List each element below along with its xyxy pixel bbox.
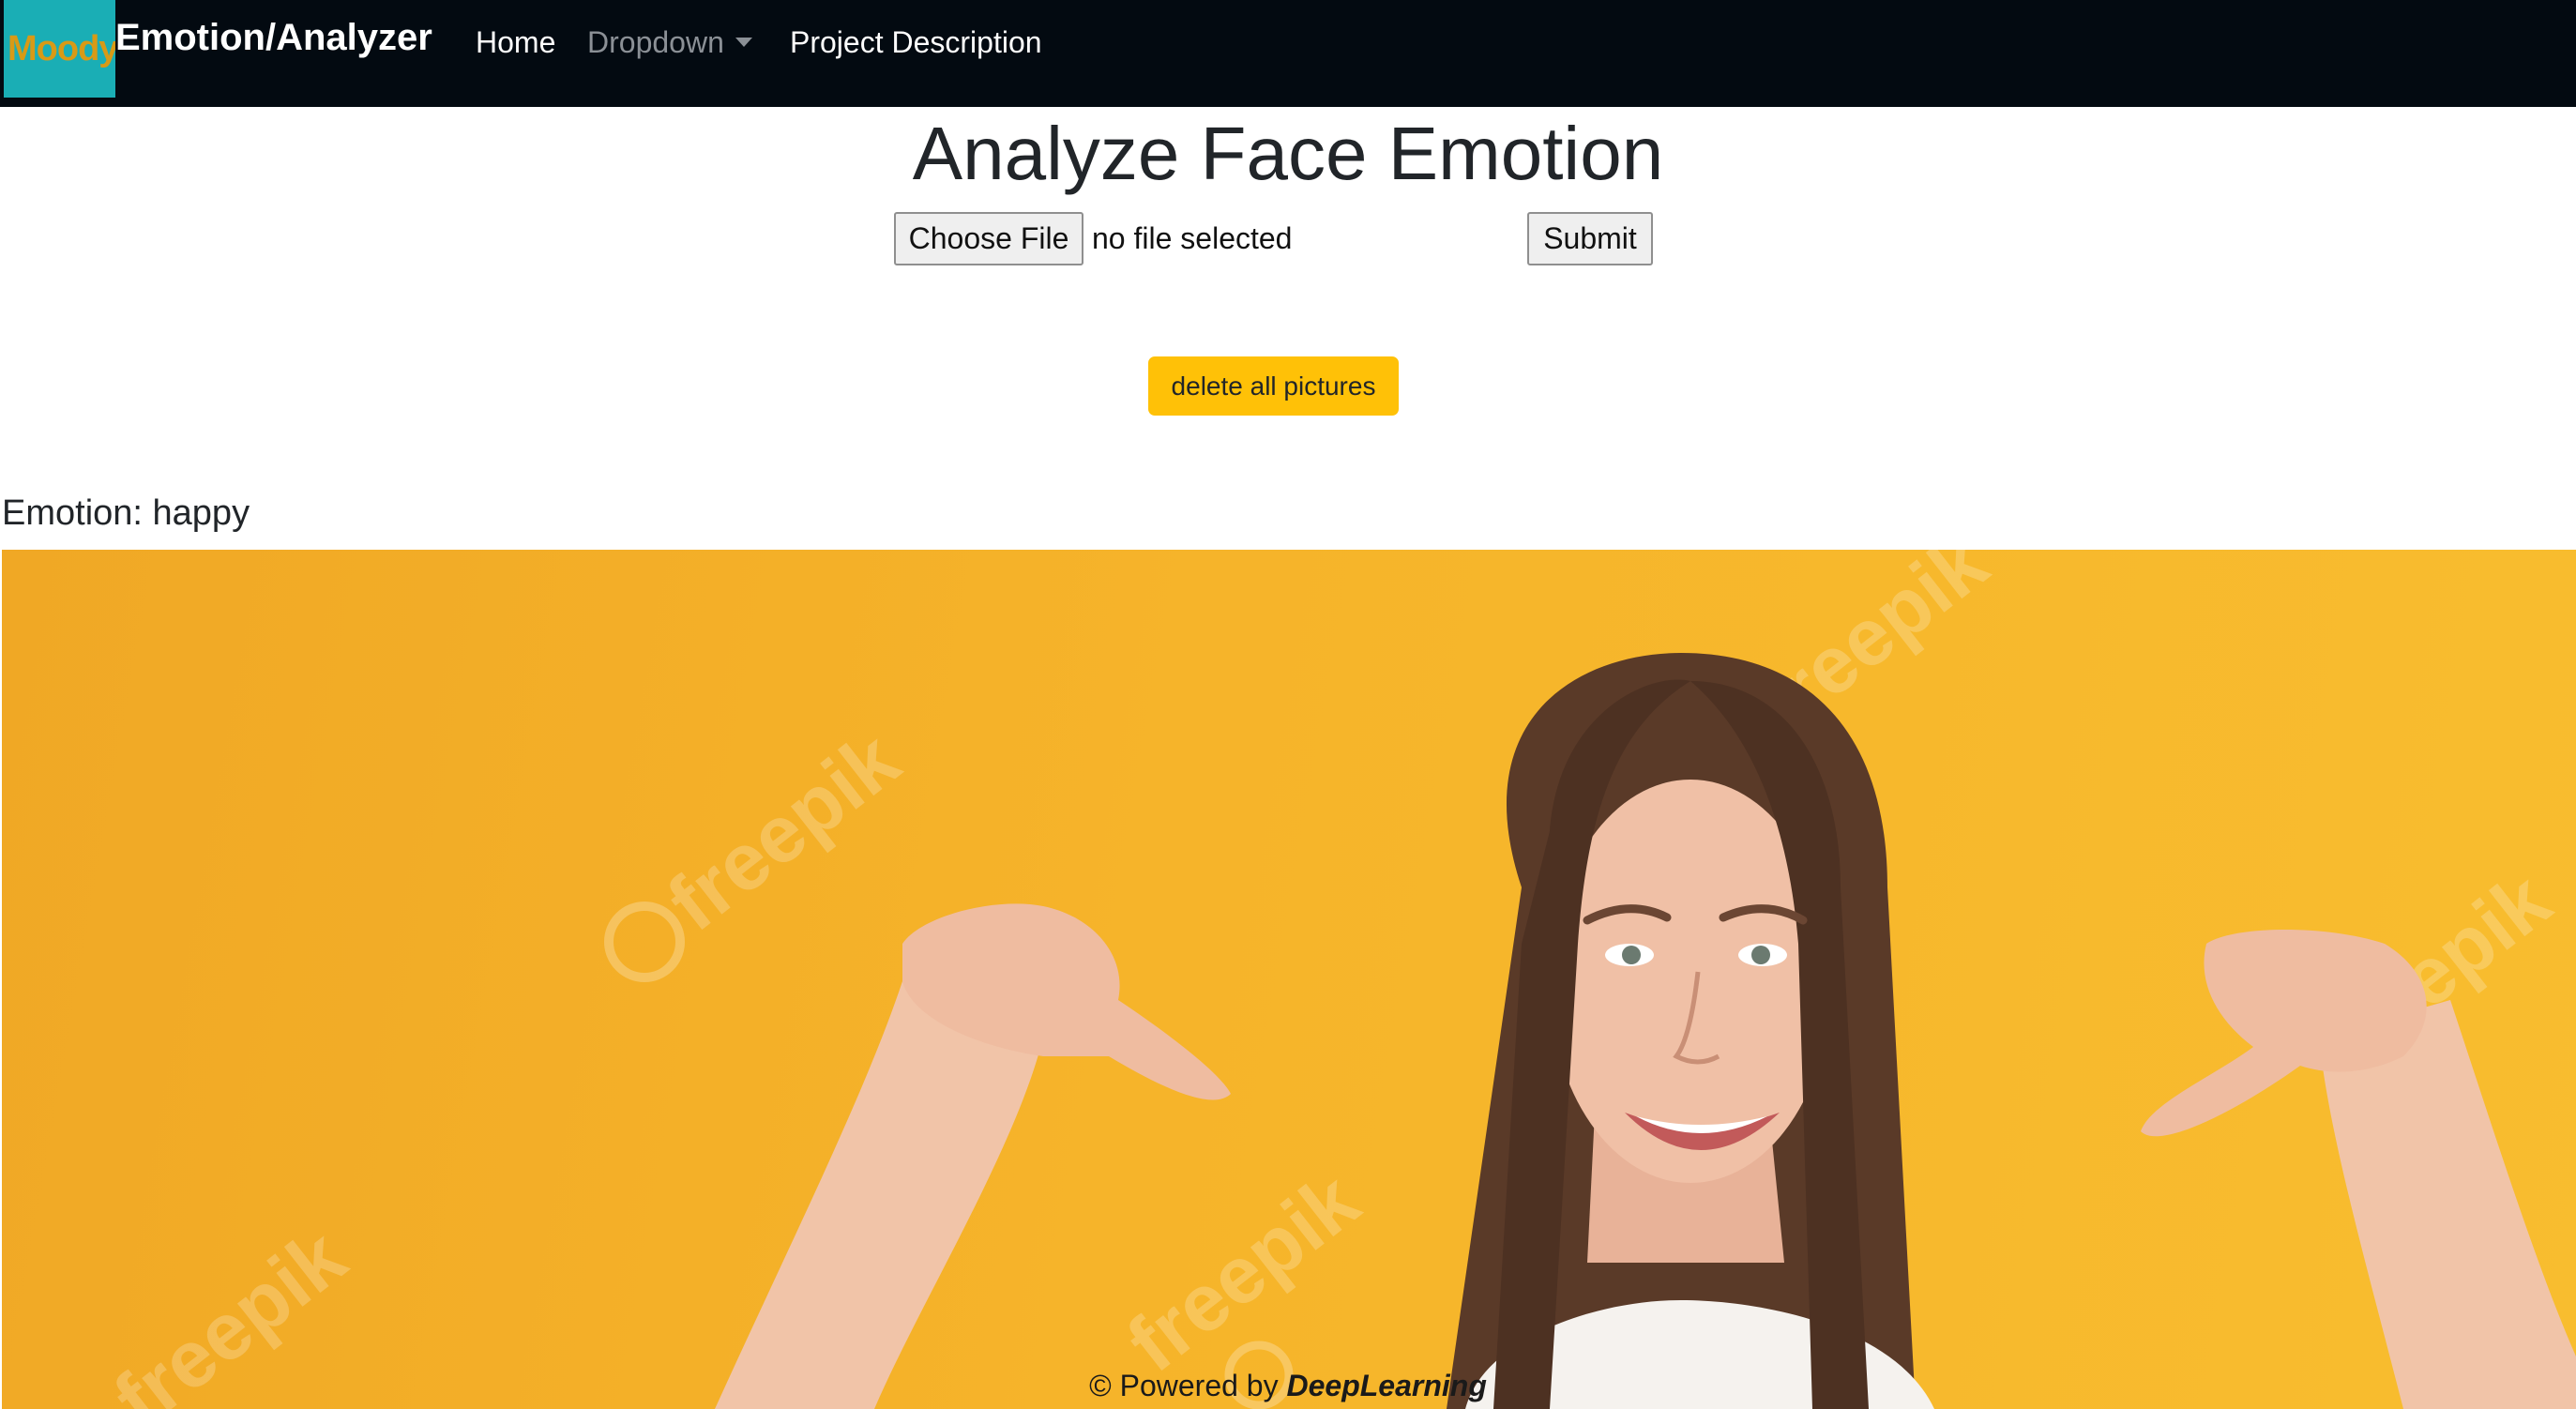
iris-left xyxy=(1622,946,1641,964)
analyzed-photo: freepik freepik freepik freepik freepik xyxy=(2,550,2576,1409)
submit-button[interactable]: Submit xyxy=(1527,212,1653,265)
emotion-value: happy xyxy=(152,493,250,533)
choose-file-button[interactable]: Choose File xyxy=(894,212,1083,265)
delete-all-pictures-button[interactable]: delete all pictures xyxy=(1148,356,1399,416)
page-title: Analyze Face Emotion xyxy=(912,112,1664,195)
footer-brand: DeepLearning xyxy=(1286,1369,1487,1402)
watermark-group: freepik freepik freepik freepik freepik xyxy=(98,550,2567,1409)
nav-link-project-description[interactable]: Project Description xyxy=(790,21,1042,64)
file-status-text: no file selected xyxy=(1092,221,1293,255)
footer-prefix: © Powered by xyxy=(1089,1369,1279,1402)
navbar: Moody Emotion/Analyzer Home Dropdown Pro… xyxy=(0,0,2576,107)
brand-name[interactable]: Emotion/Analyzer xyxy=(115,13,432,62)
footer: © Powered by DeepLearning xyxy=(0,1365,2576,1406)
caret-down-icon xyxy=(735,37,752,47)
nav-dropdown[interactable]: Dropdown xyxy=(587,21,752,64)
watermark-text: freepik xyxy=(652,715,916,948)
emotion-label: Emotion: xyxy=(2,493,143,533)
brand-logo-text: Moody xyxy=(8,28,115,68)
watermark-logo-icon xyxy=(604,901,685,982)
photo-illustration: freepik freepik freepik freepik freepik xyxy=(98,550,2576,1409)
emotion-result: Emotion: happy xyxy=(2,490,250,537)
brand-logo[interactable]: Moody xyxy=(4,0,115,98)
nav-dropdown-label: Dropdown xyxy=(587,25,724,59)
nav-link-home[interactable]: Home xyxy=(476,21,555,64)
iris-right xyxy=(1751,946,1770,964)
